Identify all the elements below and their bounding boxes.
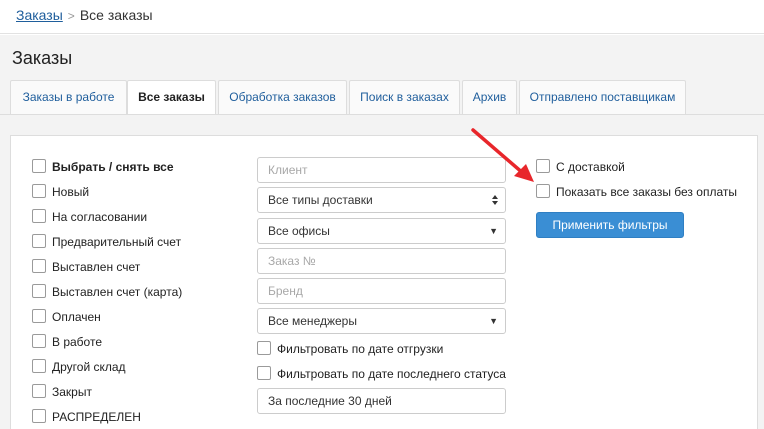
last-status-date-checkbox[interactable] [257,366,271,380]
status-label: В работе [52,335,103,349]
with-delivery-checkbox[interactable] [536,159,550,173]
status-label: РАСПРЕДЕЛЕН [52,410,141,424]
apply-filters-button[interactable]: Применить фильтры [536,212,684,238]
status-checkbox-other-warehouse[interactable] [32,359,46,373]
status-label: Выставлен счет [52,260,141,274]
status-checkbox-new[interactable] [32,184,46,198]
status-label: Предварительный счет [52,235,182,249]
breadcrumb-current: Все заказы [79,7,153,23]
with-delivery-label: С доставкой [556,160,625,174]
order-number-input[interactable]: Заказ № [257,248,506,274]
chevron-down-icon: ▼ [489,316,498,326]
tab-archive[interactable]: Архив [462,80,517,114]
red-arrow-icon [471,128,534,182]
tab-order-processing[interactable]: Обработка заказов [218,80,347,114]
office-select[interactable]: Все офисы ▼ [257,218,506,244]
status-label: Оплачен [52,310,101,324]
shipment-date-label: Фильтровать по дате отгрузки [277,342,444,356]
status-checkbox-invoiced[interactable] [32,259,46,273]
period-input[interactable]: За последние 30 дней [257,388,506,414]
tab-search-orders[interactable]: Поиск в заказах [349,80,460,114]
brand-input[interactable]: Бренд [257,278,506,304]
status-label: Другой склад [52,360,126,374]
breadcrumb-link-orders[interactable]: Заказы [16,7,63,23]
tab-bar: Заказы в работе Все заказы Обработка зак… [0,80,764,115]
select-all-label: Выбрать / снять все [52,160,174,174]
status-checkbox-closed[interactable] [32,384,46,398]
status-checkbox-preliminary-invoice[interactable] [32,234,46,248]
status-checkbox-invoiced-card[interactable] [32,284,46,298]
manager-select[interactable]: Все менеджеры ▼ [257,308,506,334]
breadcrumb-bar: Заказы > Все заказы [0,0,764,34]
delivery-type-value: Все типы доставки [268,193,373,207]
tabs-divider [0,114,764,115]
tab-sent-to-suppliers[interactable]: Отправлено поставщикам [519,80,686,114]
chevron-down-icon: ▼ [489,226,498,236]
page-title: Заказы [12,48,73,68]
status-checkbox-approval[interactable] [32,209,46,223]
last-status-date-label: Фильтровать по дате последнего статуса [277,367,506,381]
breadcrumb: Заказы > Все заказы [16,7,153,23]
status-label: Закрыт [52,385,92,399]
delivery-type-select[interactable]: Все типы доставки [257,187,506,213]
status-label: Выставлен счет (карта) [52,285,183,299]
status-checkbox-distributed[interactable] [32,409,46,423]
shipment-date-checkbox[interactable] [257,341,271,355]
breadcrumb-separator: > [67,9,75,23]
status-checkbox-paid[interactable] [32,309,46,323]
tab-orders-in-work[interactable]: Заказы в работе [10,80,127,114]
manager-value: Все менеджеры [268,314,357,328]
show-unpaid-label: Показать все заказы без оплаты [556,185,737,199]
select-all-checkbox[interactable] [32,159,46,173]
tab-all-orders[interactable]: Все заказы [127,80,216,115]
status-label: Новый [52,185,90,199]
status-label: На согласовании [52,210,148,224]
updown-icon [492,195,498,205]
office-value: Все офисы [268,224,330,238]
show-unpaid-checkbox[interactable] [536,184,550,198]
status-checkbox-in-work[interactable] [32,334,46,348]
